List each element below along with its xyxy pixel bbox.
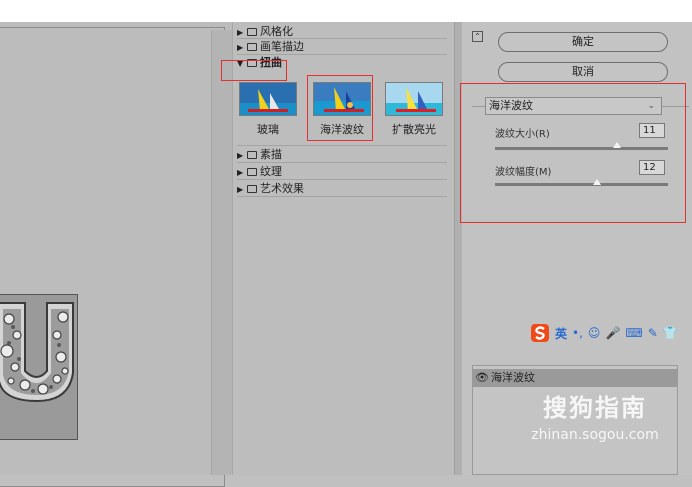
category-sketch[interactable]: ▶ 素描 bbox=[237, 148, 282, 161]
highlight-params bbox=[460, 83, 686, 223]
folder-icon bbox=[247, 28, 257, 36]
microphone-icon: 🎤 bbox=[605, 326, 621, 340]
watermark-sub: zhinan.sogou.com bbox=[531, 427, 659, 443]
skin-icon: 👕 bbox=[662, 326, 678, 340]
category-stylize[interactable]: ▶ 风格化 bbox=[237, 25, 293, 38]
highlight-distort-category bbox=[221, 60, 287, 81]
filter-thumb-glass[interactable] bbox=[239, 82, 297, 116]
category-separator bbox=[237, 38, 447, 39]
highlight-ocean-ripple bbox=[307, 75, 373, 141]
watermark-main: 搜狗指南 bbox=[543, 394, 647, 422]
tools-icon: ✎ bbox=[647, 326, 658, 340]
filter-gallery: ▶ 风格化 ▶ 画笔描边 ▼ 扭曲 玻璃 海洋波纹 扩散亮光 ▶ 素描 ▶ 纹理 ▶ 艺术效… bbox=[221, 22, 455, 475]
filter-thumb-diffuse-glow[interactable] bbox=[385, 82, 443, 116]
ime-toolbar[interactable]: 英 •, ☺ 🎤 ⌨ ✎ 👕 bbox=[530, 323, 692, 343]
category-texture[interactable]: ▶ 纹理 bbox=[237, 165, 282, 178]
eye-icon[interactable]: 👁 bbox=[473, 369, 491, 387]
distorted-letter-u bbox=[0, 301, 77, 403]
collapsed-arrow-icon: ▶ bbox=[237, 168, 244, 177]
glass-thumbnail bbox=[240, 83, 296, 115]
category-artistic[interactable]: ▶ 艺术效果 bbox=[237, 182, 304, 195]
folder-icon bbox=[247, 168, 257, 176]
folder-icon bbox=[247, 43, 257, 51]
watermark: 搜狗指南 zhinan.sogou.com bbox=[505, 388, 685, 443]
ime-lang-label[interactable]: 英 bbox=[555, 325, 567, 342]
sogou-logo-icon bbox=[531, 324, 549, 342]
category-separator bbox=[237, 196, 447, 197]
collapse-gallery-icon[interactable]: ⌃ bbox=[472, 31, 483, 42]
preview-image bbox=[0, 294, 78, 440]
category-separator bbox=[237, 54, 447, 55]
filter-label-glass: 玻璃 bbox=[257, 123, 279, 136]
category-separator bbox=[237, 179, 447, 180]
folder-icon bbox=[247, 185, 257, 193]
ok-button[interactable]: 确定 bbox=[498, 32, 668, 52]
category-brush-strokes[interactable]: ▶ 画笔描边 bbox=[237, 40, 304, 53]
emoji-icon: ☺ bbox=[587, 326, 601, 340]
cancel-button[interactable]: 取消 bbox=[498, 62, 668, 82]
collapsed-arrow-icon: ▶ bbox=[237, 43, 244, 52]
top-bar bbox=[0, 0, 692, 22]
preview-scrollbar[interactable] bbox=[211, 30, 232, 475]
collapsed-arrow-icon: ▶ bbox=[237, 185, 244, 194]
diffuse-glow-thumbnail bbox=[386, 83, 442, 115]
category-separator bbox=[237, 145, 447, 146]
filter-label-diffuse-glow: 扩散亮光 bbox=[392, 123, 436, 136]
folder-icon bbox=[247, 151, 257, 159]
collapsed-arrow-icon: ▶ bbox=[237, 151, 244, 160]
category-separator bbox=[237, 162, 447, 163]
punctuation-icon: •, bbox=[572, 326, 583, 340]
effect-layer-row[interactable]: 👁 海洋波纹 bbox=[473, 369, 677, 387]
keyboard-icon: ⌨ bbox=[625, 326, 643, 340]
preview-panel bbox=[0, 22, 232, 487]
